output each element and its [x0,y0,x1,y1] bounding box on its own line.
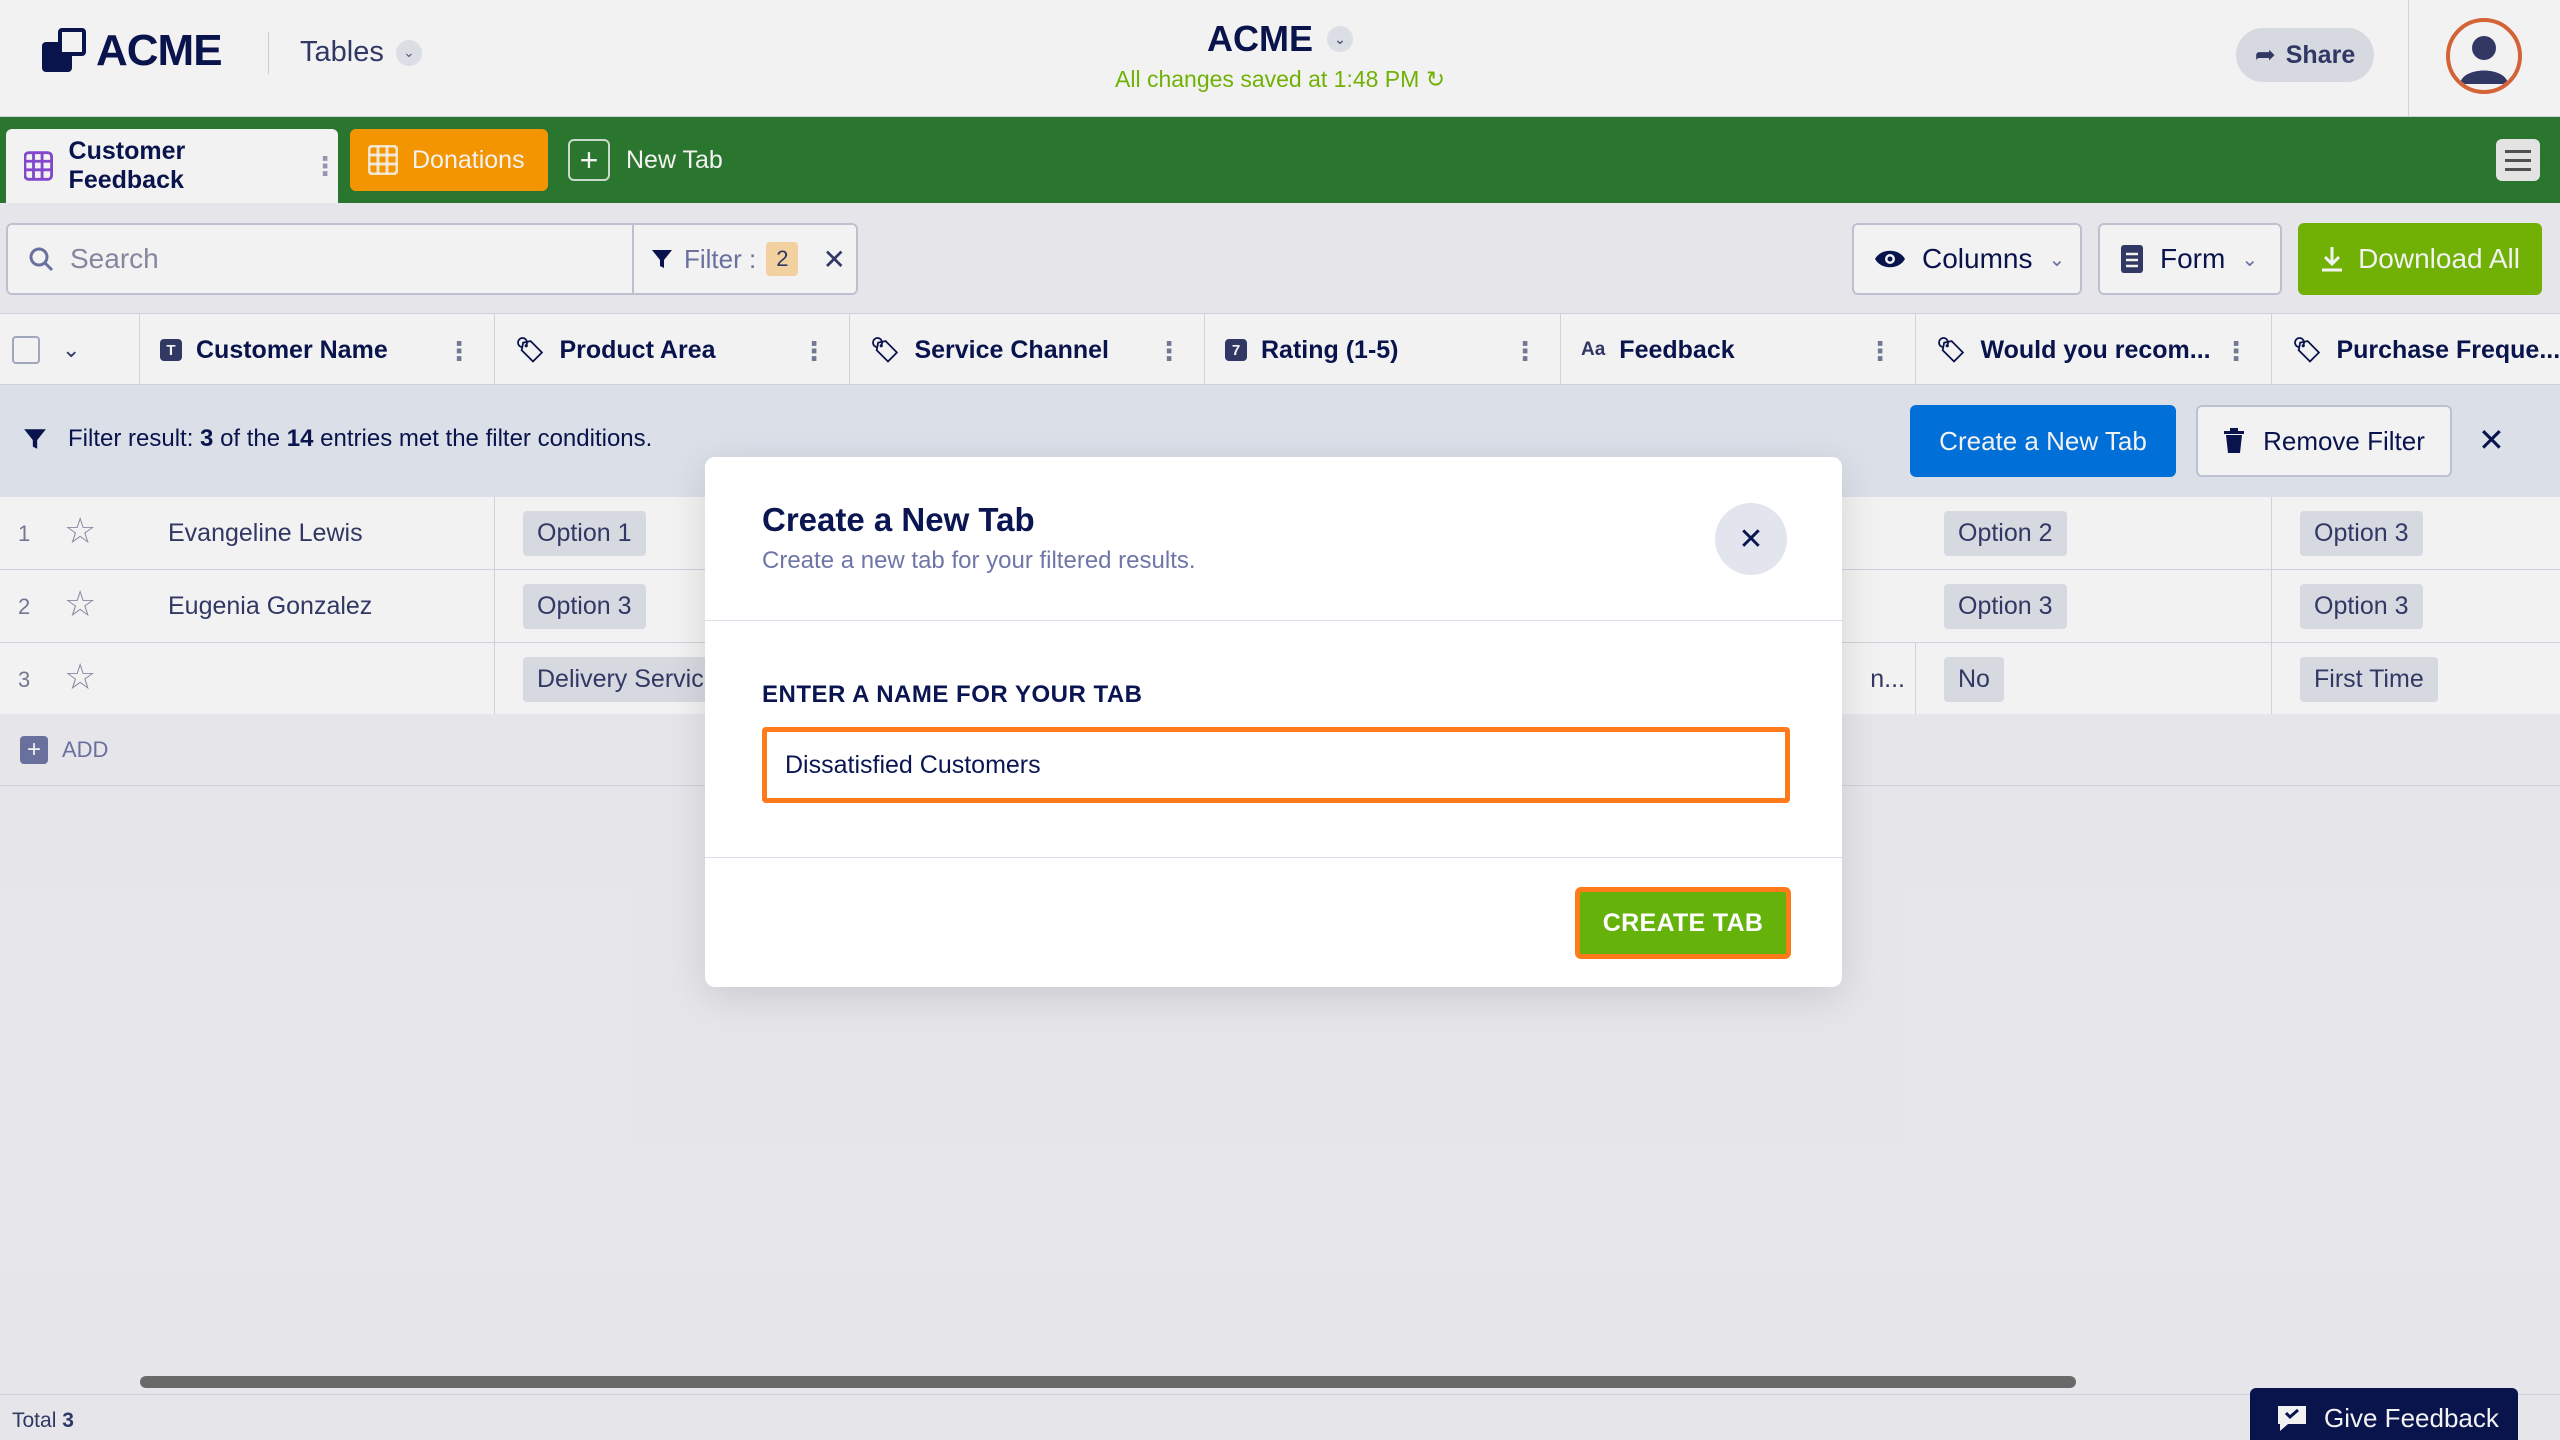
divider [705,857,1842,858]
close-icon[interactable]: ✕ [1715,503,1787,575]
tab-name-label: ENTER A NAME FOR YOUR TAB [762,681,1143,708]
dialog-subtitle: Create a new tab for your filtered resul… [762,547,1196,574]
dialog-title: Create a New Tab [762,501,1035,538]
create-tab-button[interactable]: CREATE TAB [1575,887,1791,959]
create-tab-dialog: Create a New Tab Create a new tab for yo… [705,457,1842,987]
tab-name-input[interactable] [762,727,1790,803]
divider [705,620,1842,621]
